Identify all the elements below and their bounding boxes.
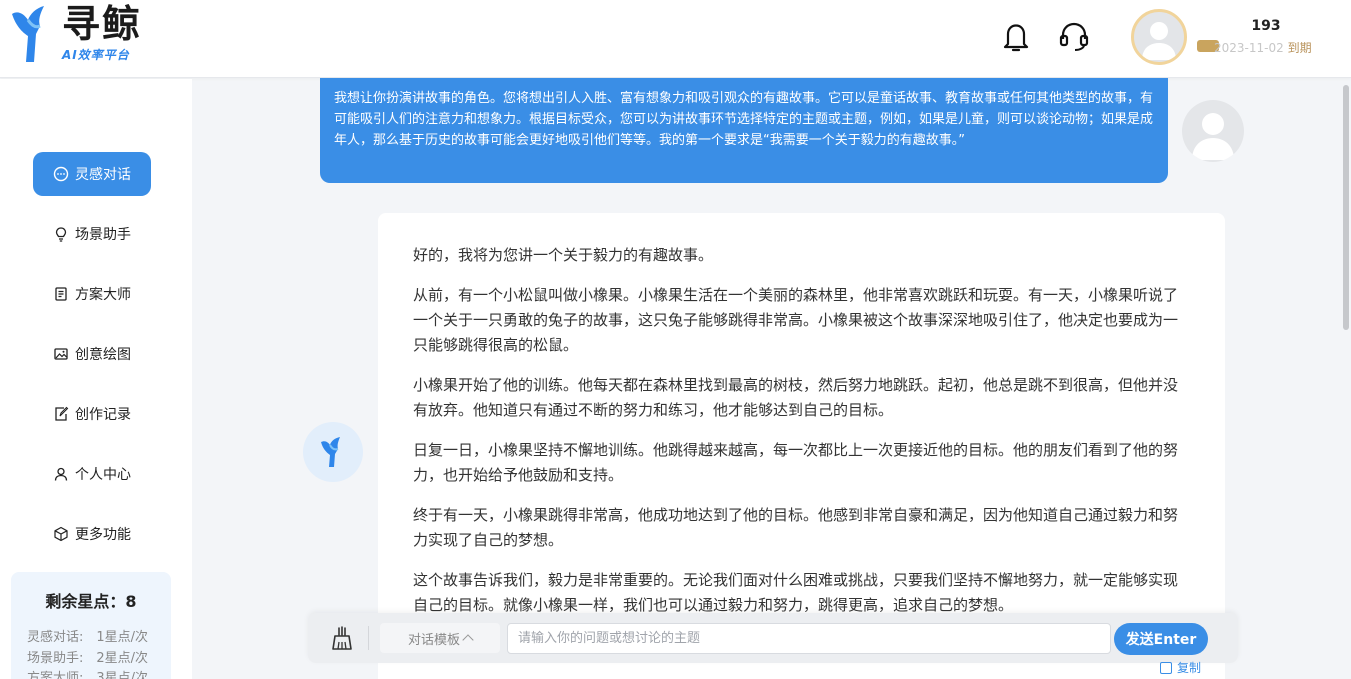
- sidebar-item-scene-assistant[interactable]: 场景助手: [33, 212, 151, 256]
- ai-paragraph: 终于有一天，小橡果跳得非常高，他成功地达到了他的目标。他感到非常自豪和满足，因为…: [413, 506, 1179, 549]
- logo-name: 寻鲸: [62, 2, 143, 46]
- user-message-bubble: 我想让你扮演讲故事的角色。您将想出引人入胜、富有想象力和吸引观众的有趣故事。它可…: [320, 78, 1168, 183]
- ai-response-card: 好的，我将为您讲一个关于毅力的有趣故事。 从前，有一个小松鼠叫做小橡果。小橡果生…: [378, 213, 1225, 679]
- sidebar-item-creation-records[interactable]: 创作记录: [33, 392, 151, 436]
- copy-label: 复制: [1177, 661, 1202, 675]
- top-header: 寻鲸 AI效率平台 193 2023-11-02 到期: [0, 0, 1351, 78]
- cost-row: 灵感对话: 1星点/次: [27, 630, 149, 645]
- cost-row: 方案大师: 3星点/次: [27, 671, 149, 679]
- sidebar-item-label: 方案大师: [75, 287, 131, 303]
- default-avatar-icon: [1192, 113, 1234, 160]
- expire-suffix: 到期: [1287, 41, 1312, 55]
- sidebar-item-inspiration-chat[interactable]: 灵感对话: [33, 152, 151, 196]
- sidebar-item-label: 个人中心: [75, 467, 131, 483]
- whale-logo-icon: [321, 437, 340, 467]
- divider: [368, 626, 369, 650]
- copy-button[interactable]: 复制: [1160, 659, 1201, 676]
- chat-input-bar: 对话模板 发送Enter: [308, 613, 1238, 663]
- vip-expire-date: 2023-11-02 到期: [1214, 39, 1312, 56]
- sidebar-item-label: 场景助手: [75, 227, 131, 243]
- expire-date-text: 2023-11-02: [1214, 41, 1284, 55]
- page-scrollbar[interactable]: [1343, 85, 1349, 330]
- cube-icon: [54, 526, 68, 542]
- ai-paragraph: 好的，我将为您讲一个关于毅力的有趣故事。: [413, 246, 714, 264]
- user-avatar: [1182, 100, 1244, 162]
- stars-count: 193: [1251, 18, 1281, 34]
- send-button[interactable]: 发送Enter: [1114, 623, 1208, 655]
- ai-paragraph: 这个故事告诉我们，毅力是非常重要的。无论我们面对什么困难或挑战，只要我们坚持不懈…: [413, 571, 1179, 614]
- ai-paragraph: 日复一日，小橡果坚持不懈地训练。他跳得越来越高，每一次都比上一次更接近他的目标。…: [413, 441, 1179, 484]
- sidebar-item-creative-drawing[interactable]: 创意绘图: [33, 332, 151, 376]
- message-input[interactable]: [507, 623, 1111, 654]
- dialog-template-button[interactable]: 对话模板: [380, 623, 500, 653]
- sidebar-item-label: 更多功能: [75, 527, 131, 543]
- remaining-stars-panel: 剩余星点：8 灵感对话: 1星点/次 场景助手: 2星点/次 方案大师: 3星点…: [11, 572, 171, 679]
- whale-logo-icon: [12, 6, 44, 62]
- broom-clear-icon[interactable]: [330, 625, 354, 651]
- copy-icon: [1160, 661, 1172, 674]
- remaining-stars-title: 剩余星点：8: [45, 592, 137, 611]
- sidebar-item-personal-center[interactable]: 个人中心: [33, 452, 151, 496]
- ai-avatar: [303, 422, 363, 482]
- cost-row: 场景助手: 2星点/次: [27, 651, 149, 666]
- chat-bubble-icon: [53, 166, 69, 182]
- document-icon: [55, 287, 67, 301]
- sidebar: 灵感对话 场景助手 方案大师 创意绘图 创作记录 个人中心 更多功能 剩余星点：…: [0, 79, 192, 679]
- template-label: 对话模板: [407, 632, 460, 648]
- sidebar-item-label: 创作记录: [75, 407, 131, 423]
- chevron-up-icon: [462, 634, 474, 646]
- user-icon: [54, 467, 68, 481]
- user-avatar-header[interactable]: [1131, 9, 1187, 65]
- headset-icon[interactable]: [1058, 20, 1090, 54]
- sidebar-item-label: 灵感对话: [75, 167, 131, 183]
- sidebar-item-label: 创意绘图: [75, 347, 131, 363]
- default-avatar-icon: [1142, 22, 1176, 60]
- ai-paragraph: 小橡果开始了他的训练。他每天都在森林里找到最高的树枝，然后努力地跳跃。起初，他总…: [413, 376, 1179, 419]
- lightbulb-icon: [55, 227, 67, 242]
- bell-icon[interactable]: [1000, 20, 1032, 54]
- logo-subtitle: AI效率平台: [62, 48, 130, 62]
- edit-note-icon: [55, 406, 69, 421]
- image-icon: [54, 348, 68, 360]
- sidebar-item-plan-master[interactable]: 方案大师: [33, 272, 151, 316]
- sidebar-item-more-features[interactable]: 更多功能: [33, 512, 151, 556]
- ai-paragraph: 从前，有一个小松鼠叫做小橡果。小橡果生活在一个美丽的森林里，他非常喜欢跳跃和玩耍…: [413, 286, 1179, 354]
